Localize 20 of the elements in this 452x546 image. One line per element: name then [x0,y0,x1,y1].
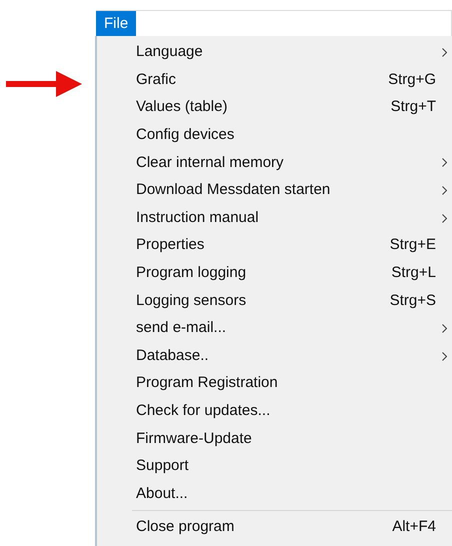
arrow-icon [6,71,82,97]
menu-item[interactable]: About... [97,480,452,508]
menu-bar-item[interactable]: File [96,11,136,36]
menu-item[interactable]: Program logging Strg+L [97,258,452,286]
menu-item[interactable]: Grafic Strg+G [97,66,452,94]
menu-item[interactable]: Support [97,452,452,480]
menu-item[interactable]: Download Messdaten starten [97,176,452,204]
menu-item[interactable]: Check for updates... [97,396,452,424]
menu-item[interactable]: Program Registration [97,369,452,397]
menu-item[interactable]: Logging sensors Strg+S [97,286,452,314]
menu-item[interactable]: Instruction manual [97,204,452,232]
menu-item[interactable]: Properties Strg+E [97,231,452,259]
menu-item[interactable]: Config devices [97,120,452,148]
menu-item[interactable]: Clear internal memory [97,148,452,176]
menu-item[interactable]: Database.. [97,342,452,370]
menu-item[interactable]: Firmware-Update [97,424,452,452]
menu-item[interactable]: Language [97,38,452,66]
menu-item[interactable]: Values (table) Strg+T [97,93,452,121]
menu-item[interactable]: send e-mail... [97,314,452,342]
menu-item[interactable]: Close program Alt+F4 [97,513,452,541]
